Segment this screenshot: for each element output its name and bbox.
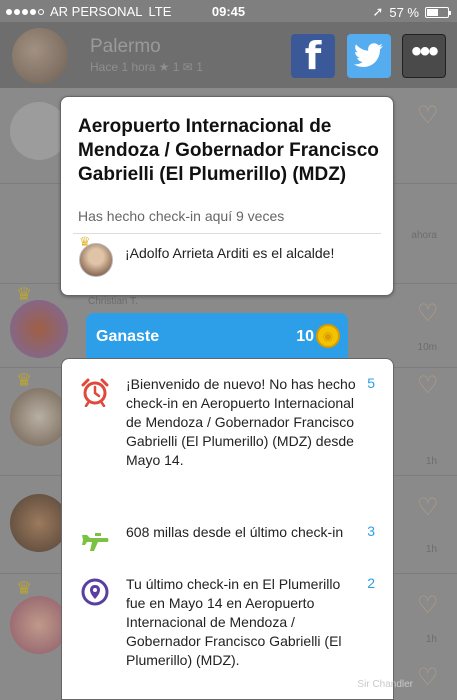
reward-points: 5 [367,375,375,391]
location-pin-icon [81,578,109,606]
venue-checkin-count: Has hecho check-in aquí 9 veces [78,208,285,224]
facebook-share-button[interactable]: f [291,34,335,78]
more-options-button[interactable]: ••• [402,34,446,78]
airplane-icon [82,533,109,551]
coin-icon: ◉ [316,324,340,348]
crown-icon: ♛ [16,370,33,390]
heart-icon: ♡ [417,664,439,691]
reward-text: ¡Bienvenido de nuevo! No has hecho check… [126,376,356,468]
alarm-clock-icon [81,378,109,407]
heart-icon: ♡ [417,102,439,129]
reward-text: Tu último check-in en El Plumerillo fue … [126,576,342,668]
heart-icon: ♡ [417,494,439,521]
feed-user-name: Christian T. [88,296,138,307]
avatar [10,300,68,358]
avatar [12,28,68,84]
feed-time: 1h [425,544,437,555]
more-icon: ••• [411,35,438,68]
heart-icon: ♡ [417,372,439,399]
header-meta: Hace 1 hora ★ 1 ✉ 1 [90,60,203,74]
reward-points: 2 [367,575,375,591]
battery-percent: 57 % [389,4,419,20]
mayor-text: ¡Adolfo Arrieta Arditi es el alcalde! [125,245,335,261]
crown-icon: ♛ [16,578,33,598]
header-place: Palermo [90,36,161,57]
facebook-icon: f [304,34,322,78]
coins-won-banner: Ganaste 10 ◉ [86,313,348,361]
battery-icon [425,6,451,18]
feed-time: ahora [411,230,437,241]
feed-time: 1h [425,634,437,645]
reward-text: 608 millas desde el último check-in [126,524,344,540]
rewards-card: ¡Bienvenido de nuevo! No has hecho check… [61,358,394,700]
venue-card: Aeropuerto Internacional de Mendoza / Go… [60,96,394,296]
location-arrow-icon: ➚ [372,4,384,19]
won-amount: 10 [296,328,314,345]
twitter-icon [354,43,383,67]
avatar [10,596,68,654]
avatar [10,388,68,446]
feed-time: 10m [417,342,437,353]
watermark: Sir Chandler [357,679,413,690]
status-bar: AR PERSONAL LTE 09:45 ➚ 57 % [0,0,457,22]
venue-name: Aeropuerto Internacional de Mendoza / Go… [78,116,379,185]
reward-points: 3 [367,523,375,539]
twitter-share-button[interactable] [347,34,391,78]
divider [73,233,381,234]
checkin-header: Palermo Hace 1 hora ★ 1 ✉ 1 f ••• [0,22,457,88]
avatar [10,494,68,552]
battery-info: ➚ 57 % [372,4,451,20]
crown-icon: ♛ [79,234,91,249]
heart-icon: ♡ [417,300,439,327]
heart-icon: ♡ [417,592,439,619]
won-label: Ganaste [96,328,160,345]
feed-time: 1h [425,456,437,467]
